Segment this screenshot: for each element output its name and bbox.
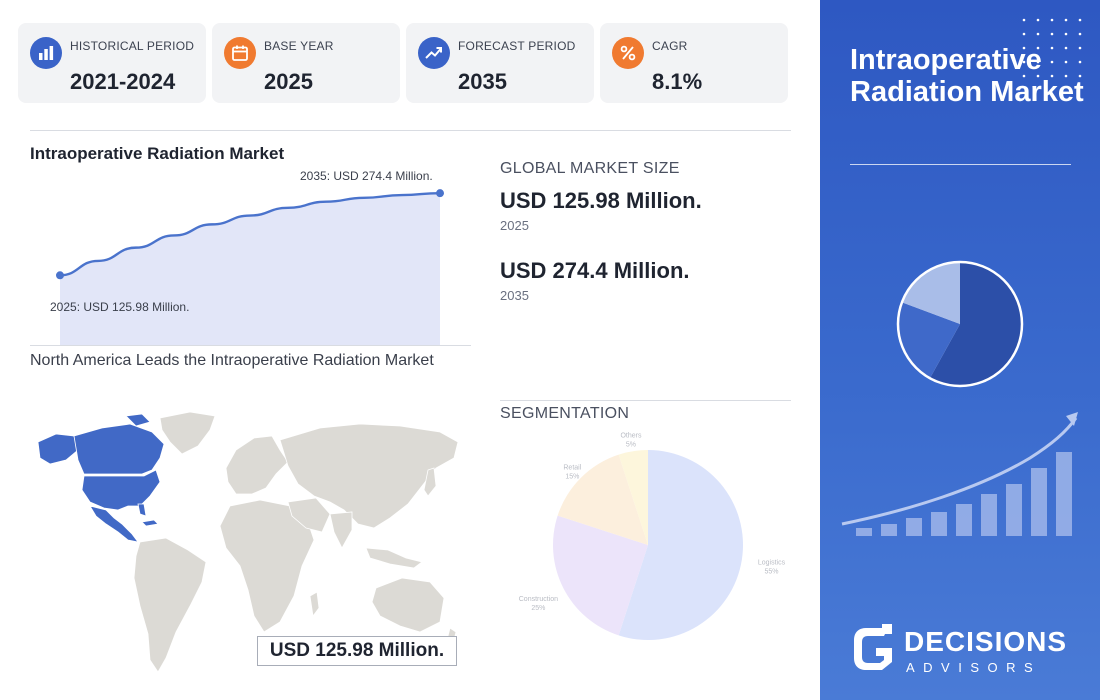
segmentation-heading: SEGMENTATION [500,405,630,422]
divider [30,130,791,131]
calendar-icon [224,37,256,69]
market-size-heading: GLOBAL MARKET SIZE [500,160,680,177]
map-value-badge: USD 125.98 Million. [257,636,457,666]
stat-value: 2021-2024 [70,69,176,94]
stat-label: BASE YEAR [264,39,334,53]
stat-card-forecast: FORECAST PERIOD 2035 [406,23,594,103]
trend-up-icon [418,37,450,69]
segment-label: Others 5% [620,432,642,448]
side-panel: Intraoperative Radiation Market DECISION… [820,0,1100,700]
decisions-logo-icon [854,624,892,670]
logo-wordmark: DECISIONS [904,626,1068,657]
stat-label: HISTORICAL PERIOD [70,39,195,53]
start-point [56,271,64,280]
logo-subtitle: ADVISORS [906,660,1042,675]
end-point [436,189,444,198]
other-regions [133,411,459,673]
divider [30,345,471,346]
map-title: North America Leads the Intraoperative R… [30,352,434,369]
stat-value: 2025 [264,69,313,94]
stat-label: FORECAST PERIOD [458,39,576,53]
panel-graphics [841,260,1078,670]
stat-card-cagr: CAGR 8.1% [600,23,788,103]
bar-chart-icon [30,37,62,69]
segmentation-pie-chart: Logistics 55% Construction 25% Retail 15% Othe… [519,432,786,640]
growth-chart: 2025: USD 125.98 Million. 2035: USD 274.… [50,169,444,345]
stat-value: 8.1% [652,69,703,94]
segment-label: Retail 15% [563,464,581,480]
stat-value: 2035 [458,69,507,94]
chart-title: Intraoperative Radiation Market [30,144,285,163]
percent-icon [612,37,644,69]
market-value-2035: USD 274.4 Million. [500,258,690,283]
decorative-growth-bars [856,452,1072,536]
stat-card-base-year: BASE YEAR 2025 [212,23,400,103]
stat-card-historical: HISTORICAL PERIOD 2021-2024 [18,23,206,103]
end-point-label: 2035: USD 274.4 Million. [300,169,433,183]
segment-label: Construction 25% [519,596,558,612]
north-america-region [37,413,165,543]
market-year-2035: 2035 [500,288,529,303]
market-value-2025: USD 125.98 Million. [500,188,702,213]
segment-label: Logistics 55% [758,560,786,576]
decorative-pie-icon [896,260,1024,388]
divider [500,400,791,401]
start-point-label: 2025: USD 125.98 Million. [50,300,189,314]
market-year-2025: 2025 [500,218,529,233]
stat-label: CAGR [652,39,688,53]
